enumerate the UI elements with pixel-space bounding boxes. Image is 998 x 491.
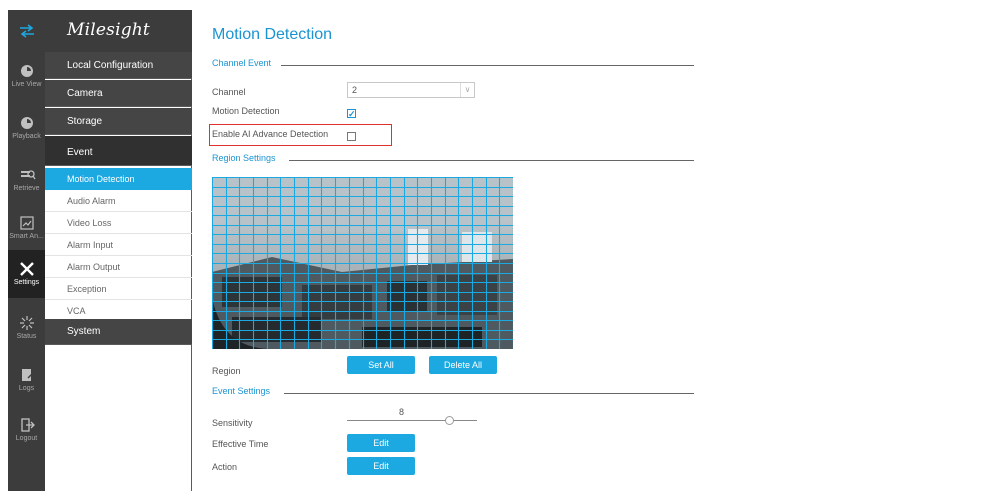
delete-all-button[interactable]: Delete All bbox=[429, 356, 497, 374]
channel-select[interactable]: 2 ∨ bbox=[347, 82, 475, 98]
section-heading-channel-event: Channel Event bbox=[212, 58, 272, 68]
menu-item-alarm-output[interactable]: Alarm Output bbox=[45, 256, 192, 278]
action-edit-button[interactable]: Edit bbox=[347, 457, 415, 475]
menu-group-storage[interactable]: Storage bbox=[45, 108, 192, 135]
rail-label: Settings bbox=[13, 279, 40, 286]
settings-icon bbox=[19, 262, 34, 276]
rail-item-status[interactable]: Status bbox=[8, 314, 45, 348]
playback-icon bbox=[20, 117, 33, 129]
section-divider bbox=[289, 160, 694, 161]
rail-item-settings[interactable]: Settings bbox=[8, 250, 45, 298]
sensitivity-slider-handle[interactable] bbox=[445, 416, 454, 425]
sensitivity-slider-track[interactable] bbox=[347, 420, 477, 421]
logout-icon bbox=[20, 418, 35, 432]
rail-label: Status bbox=[16, 333, 37, 340]
effective-time-edit-button[interactable]: Edit bbox=[347, 434, 415, 452]
rail-item-smart-analysis[interactable]: Smart An... bbox=[8, 214, 45, 248]
section-heading-region-settings: Region Settings bbox=[212, 153, 276, 163]
rail-item-logout[interactable]: Logout bbox=[8, 416, 45, 450]
ai-advance-detection-label: Enable AI Advance Detection bbox=[212, 129, 329, 139]
rail-item-retrieve[interactable]: Retrieve bbox=[8, 166, 45, 200]
menu-item-exception[interactable]: Exception bbox=[45, 278, 192, 300]
menu-group-camera[interactable]: Camera bbox=[45, 80, 192, 107]
smart-analysis-icon bbox=[19, 216, 34, 230]
effective-time-label: Effective Time bbox=[212, 439, 269, 449]
swap-arrows-icon bbox=[19, 24, 34, 38]
motion-detection-label: Motion Detection bbox=[212, 106, 280, 116]
menu-item-audio-alarm[interactable]: Audio Alarm bbox=[45, 190, 192, 212]
live-view-icon bbox=[20, 65, 33, 77]
rail-label: Logout bbox=[15, 435, 38, 442]
set-all-button[interactable]: Set All bbox=[347, 356, 415, 374]
sensitivity-label: Sensitivity bbox=[212, 418, 253, 428]
logs-icon bbox=[21, 369, 33, 381]
rail-label: Live View bbox=[11, 81, 42, 88]
channel-label: Channel bbox=[212, 87, 246, 97]
retrieve-icon bbox=[20, 170, 36, 180]
ai-advance-detection-checkbox[interactable] bbox=[347, 132, 356, 141]
rail-item-toggle[interactable] bbox=[8, 22, 45, 52]
rail-item-playback[interactable]: Playback bbox=[8, 114, 45, 148]
region-label: Region bbox=[212, 366, 241, 376]
rail-label: Smart An... bbox=[9, 233, 44, 240]
chevron-down-icon: ∨ bbox=[460, 83, 474, 97]
section-divider bbox=[284, 393, 694, 394]
menu-item-alarm-input[interactable]: Alarm Input bbox=[45, 234, 192, 256]
menu-item-video-loss[interactable]: Video Loss bbox=[45, 212, 192, 234]
section-heading-event-settings: Event Settings bbox=[212, 386, 271, 396]
sensitivity-value: 8 bbox=[399, 407, 405, 417]
icon-rail: Live View Playback Retrieve Smart An... … bbox=[8, 10, 45, 491]
rail-item-live-view[interactable]: Live View bbox=[8, 62, 45, 96]
settings-menu: Milesight Local Configuration Camera Sto… bbox=[45, 10, 192, 491]
menu-group-event[interactable]: Event bbox=[45, 136, 192, 166]
status-icon bbox=[19, 316, 34, 330]
menu-group-system[interactable]: System bbox=[45, 319, 192, 345]
menu-group-local-configuration[interactable]: Local Configuration bbox=[45, 52, 192, 79]
camera-preview-grid bbox=[212, 177, 513, 349]
rail-item-logs[interactable]: Logs bbox=[8, 366, 45, 400]
brand-logo: Milesight bbox=[45, 10, 192, 52]
channel-select-value: 2 bbox=[352, 85, 358, 95]
motion-detection-checkbox[interactable]: ✓ bbox=[347, 109, 356, 119]
rail-label: Logs bbox=[18, 385, 35, 392]
menu-item-motion-detection[interactable]: Motion Detection bbox=[45, 168, 192, 190]
page-title: Motion Detection bbox=[212, 26, 333, 43]
section-divider bbox=[281, 65, 694, 66]
action-label: Action bbox=[212, 462, 238, 472]
region-grid-canvas[interactable] bbox=[212, 177, 513, 349]
rail-label: Retrieve bbox=[13, 185, 40, 192]
rail-label: Playback bbox=[12, 133, 41, 140]
main-content: Motion Detection Channel Event Channel 2… bbox=[193, 10, 998, 491]
